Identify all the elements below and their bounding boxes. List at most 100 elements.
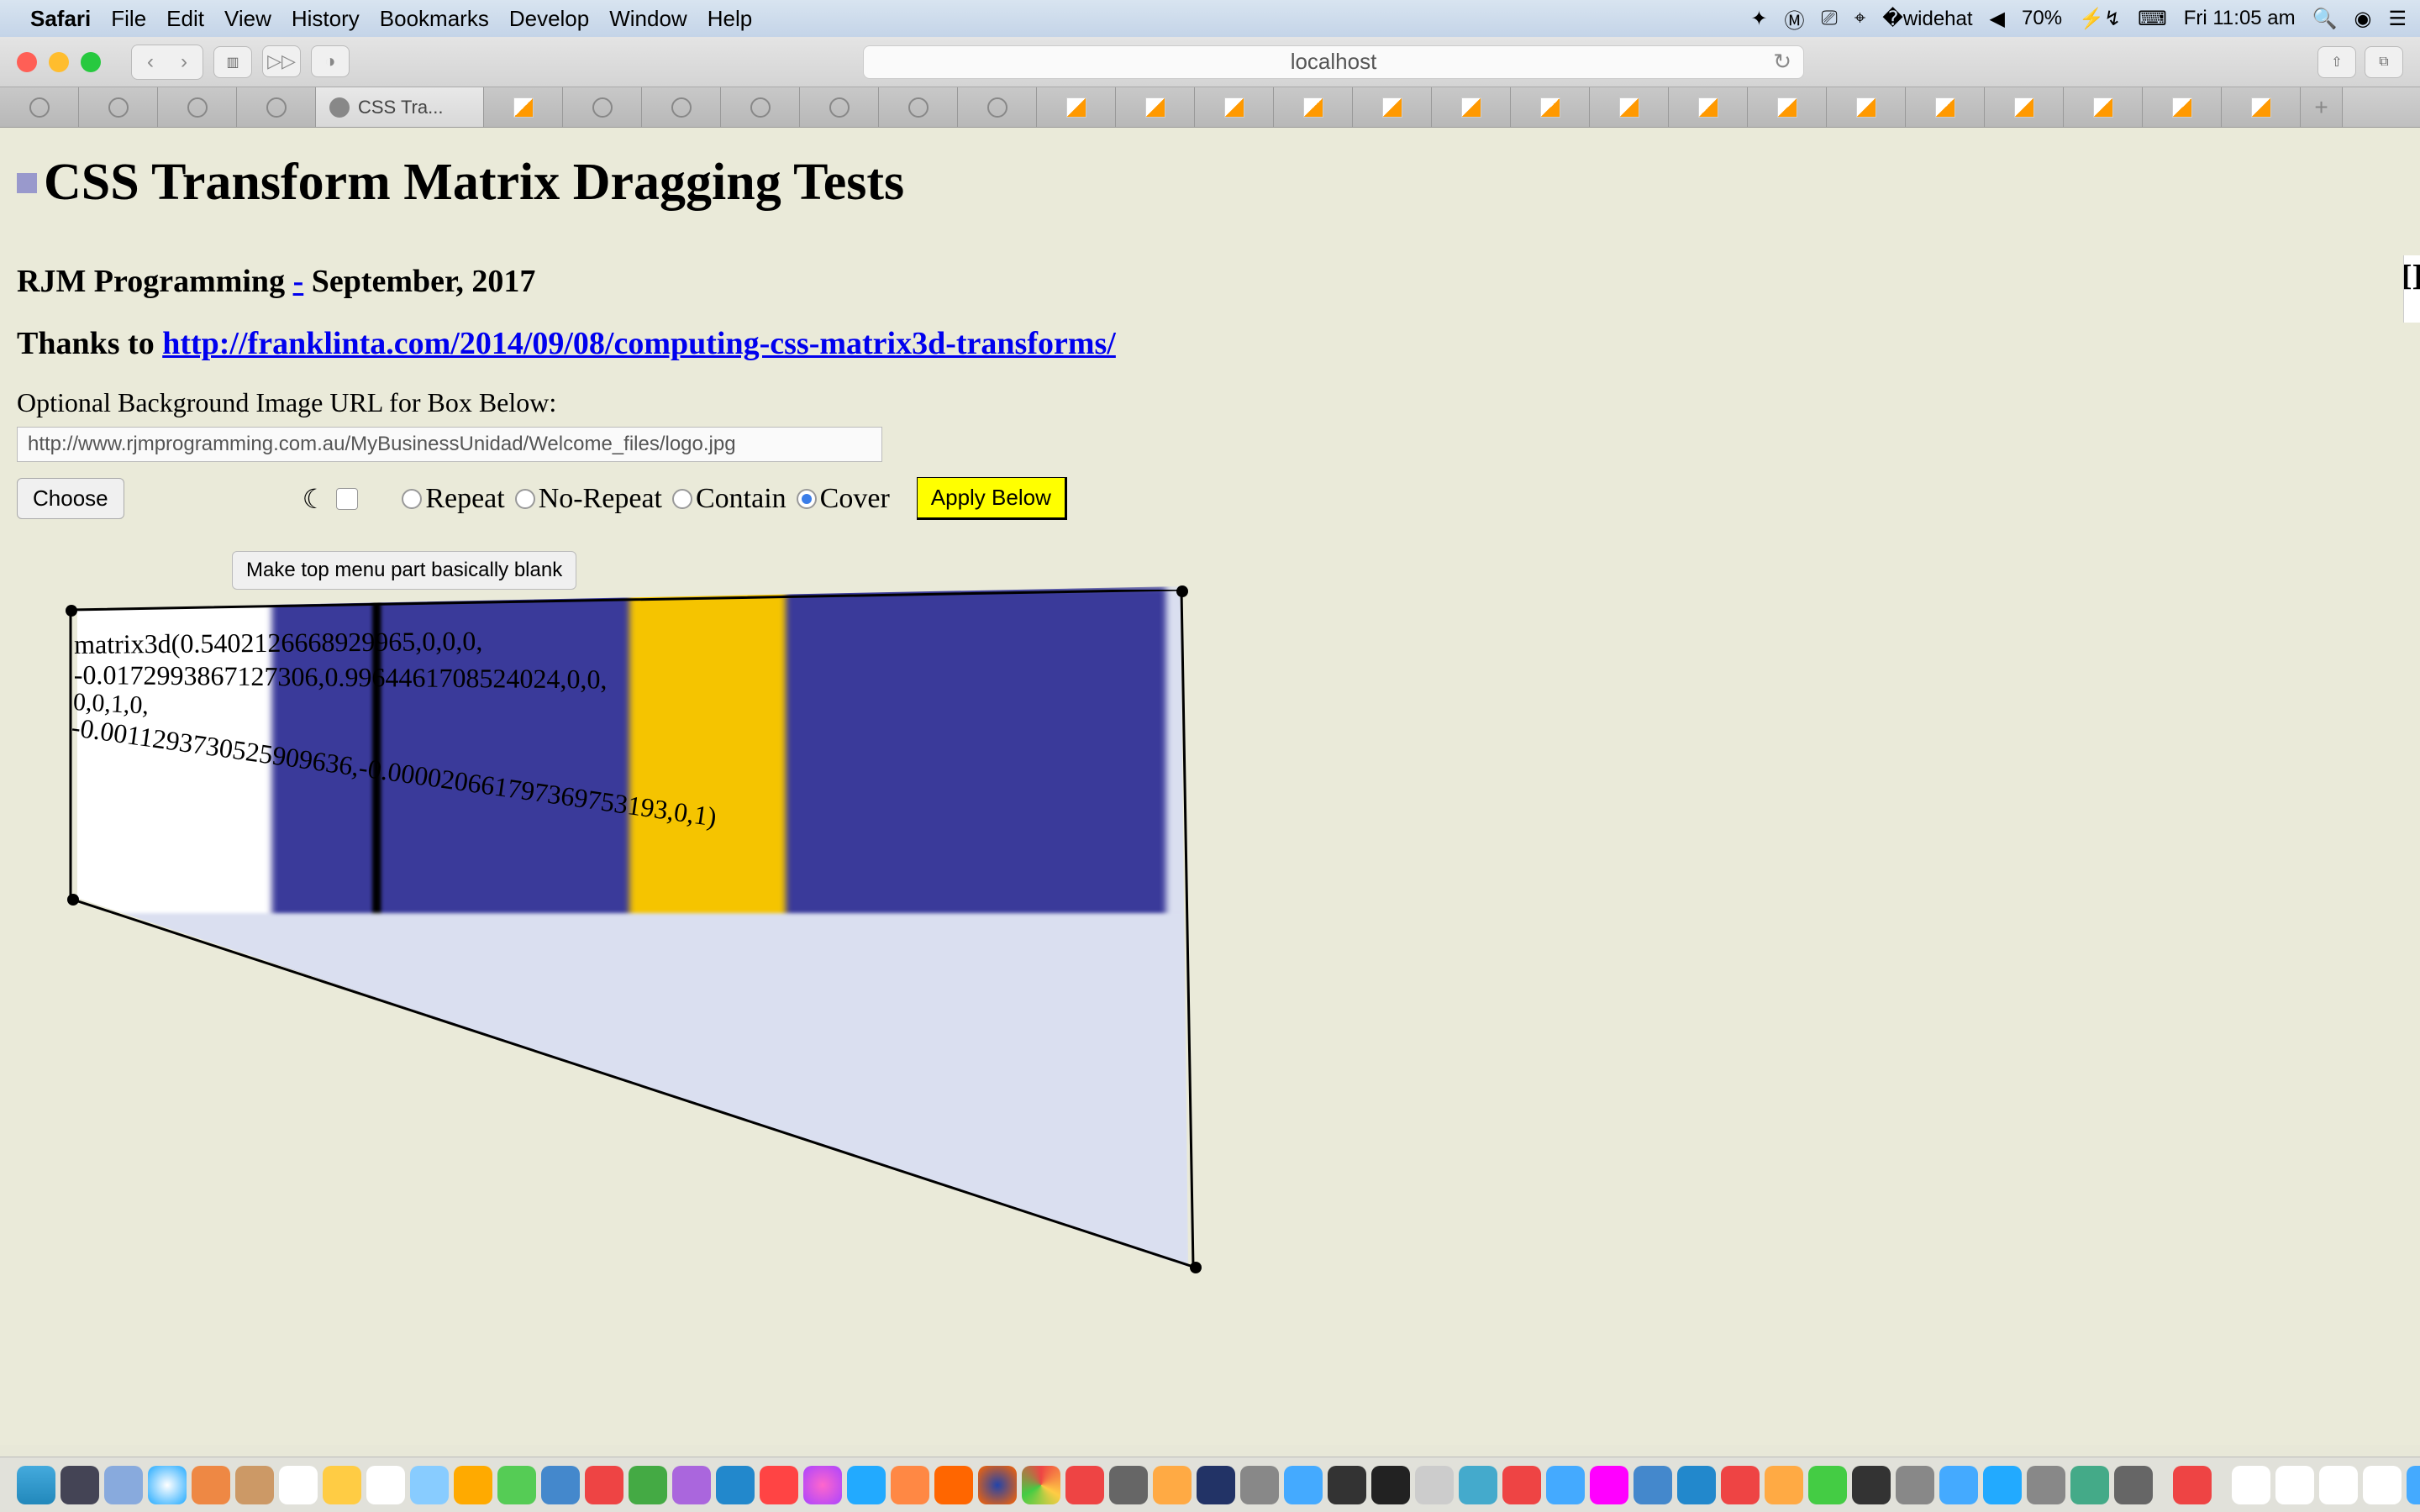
radio-no-repeat[interactable] [515,489,535,509]
siri-icon[interactable]: ◉ [2354,7,2372,31]
dock-app-icon[interactable] [410,1466,449,1504]
menu-help[interactable]: Help [708,6,752,32]
menu-history[interactable]: History [292,6,360,32]
make-blank-button[interactable]: Make top menu part basically blank [232,551,576,590]
back-button[interactable]: ‹ [135,49,166,76]
dock-app-icon[interactable] [1765,1466,1803,1504]
tab[interactable] [1590,87,1669,127]
tab[interactable] [1669,87,1748,127]
dock-app-icon[interactable] [1896,1466,1934,1504]
dock-doc-icon[interactable] [2363,1466,2402,1504]
share-button[interactable]: ⇧ [2317,46,2356,78]
bluetooth-icon[interactable]: ⌖ [1854,7,1866,30]
dock-app-icon[interactable] [1459,1466,1497,1504]
tab-active[interactable]: CSS Tra... [316,87,484,127]
tab[interactable] [800,87,879,127]
tab[interactable] [958,87,1037,127]
dock-app-icon[interactable] [2027,1466,2065,1504]
dock-app-icon[interactable] [1852,1466,1891,1504]
dock-app-icon[interactable] [235,1466,274,1504]
dock-app-icon[interactable] [1109,1466,1148,1504]
reload-icon[interactable]: ↻ [1773,49,1791,75]
dock-terminal-icon[interactable] [1371,1466,1410,1504]
menu-window[interactable]: Window [609,6,687,32]
bg-url-input[interactable] [17,427,882,462]
dock-chrome-icon[interactable] [1022,1466,1060,1504]
tab[interactable] [642,87,721,127]
close-window-button[interactable] [17,52,37,72]
dock-app-icon[interactable] [541,1466,580,1504]
dock-safari-icon[interactable] [148,1466,187,1504]
tab[interactable] [1037,87,1116,127]
unknown-checkbox[interactable] [336,488,358,510]
tab[interactable] [158,87,237,127]
dock-appstore-icon[interactable] [847,1466,886,1504]
dock-app-icon[interactable] [2173,1466,2212,1504]
apply-button[interactable]: Apply Below [917,477,1067,520]
dock-app-icon[interactable] [60,1466,99,1504]
forward-button[interactable]: › [169,49,199,76]
dock-doc-icon[interactable] [2232,1466,2270,1504]
dock-app-icon[interactable] [2070,1466,2109,1504]
tab[interactable] [563,87,642,127]
status-icon[interactable]: Ⓜ [1784,4,1804,34]
airplay-icon[interactable]: ⎚ [1821,7,1837,30]
dock-app-icon[interactable] [1677,1466,1716,1504]
dock-app-icon[interactable] [1634,1466,1672,1504]
dock-photoshop-icon[interactable] [1197,1466,1235,1504]
dock-app-icon[interactable] [1546,1466,1585,1504]
drag-handle-bottom-left[interactable] [67,894,79,906]
dock-folder-icon[interactable] [2407,1466,2420,1504]
dock-itunes-icon[interactable] [803,1466,842,1504]
sidebar-toggle-button[interactable]: ▥ [213,46,252,78]
app-name[interactable]: Safari [30,6,91,32]
dock-app-icon[interactable] [454,1466,492,1504]
radio-repeat[interactable] [402,489,422,509]
tab[interactable] [1511,87,1590,127]
radio-contain[interactable] [672,489,692,509]
dock-app-icon[interactable] [1415,1466,1454,1504]
dock-app-icon[interactable] [629,1466,667,1504]
tab[interactable] [2222,87,2301,127]
dock-finder-icon[interactable] [17,1466,55,1504]
dock-app-icon[interactable] [716,1466,755,1504]
dock-filezilla-icon[interactable] [1721,1466,1760,1504]
keyboard-icon[interactable]: ⌨ [2138,7,2167,31]
tab[interactable] [79,87,158,127]
tab[interactable] [1353,87,1432,127]
dock-app-icon[interactable] [1284,1466,1323,1504]
tab[interactable] [1195,87,1274,127]
tabs-button[interactable]: ⧉ [2365,46,2403,78]
dock-app-icon[interactable] [1808,1466,1847,1504]
dock-app-icon[interactable] [192,1466,230,1504]
byline-link[interactable]: - [293,264,304,299]
dock-app-icon[interactable] [323,1466,361,1504]
dock-app-icon[interactable] [497,1466,536,1504]
thanks-link[interactable]: http://franklinta.com/2014/09/08/computi… [162,326,1116,361]
tab[interactable] [2143,87,2222,127]
dock-app-icon[interactable] [585,1466,623,1504]
status-icon[interactable]: ✦ [1750,7,1767,31]
dock-calendar-icon[interactable] [279,1466,318,1504]
clock[interactable]: Fri 11:05 am [2184,7,2296,30]
menu-edit[interactable]: Edit [166,6,204,32]
dock-app-icon[interactable] [1939,1466,1978,1504]
dock-app-icon[interactable] [1328,1466,1366,1504]
dock-app-icon[interactable] [934,1466,973,1504]
fast-forward-button[interactable]: ▷▷ [262,45,301,77]
url-bar[interactable]: localhost ↻ [863,45,1804,79]
tab[interactable] [1906,87,1985,127]
tab[interactable] [1827,87,1906,127]
notification-center-icon[interactable]: ☰ [2388,7,2407,31]
shield-button[interactable]: ◑ [311,45,350,77]
tab[interactable] [1116,87,1195,127]
minimize-window-button[interactable] [49,52,69,72]
drag-handle-top-right[interactable] [1176,585,1188,597]
tab[interactable] [1748,87,1827,127]
tab[interactable] [1274,87,1353,127]
dock-doc-icon[interactable] [2319,1466,2358,1504]
dock-app-icon[interactable] [1502,1466,1541,1504]
dock-app-icon[interactable] [104,1466,143,1504]
new-tab-button[interactable]: + [2301,87,2343,127]
drag-handle-bottom-right[interactable] [1190,1262,1202,1273]
